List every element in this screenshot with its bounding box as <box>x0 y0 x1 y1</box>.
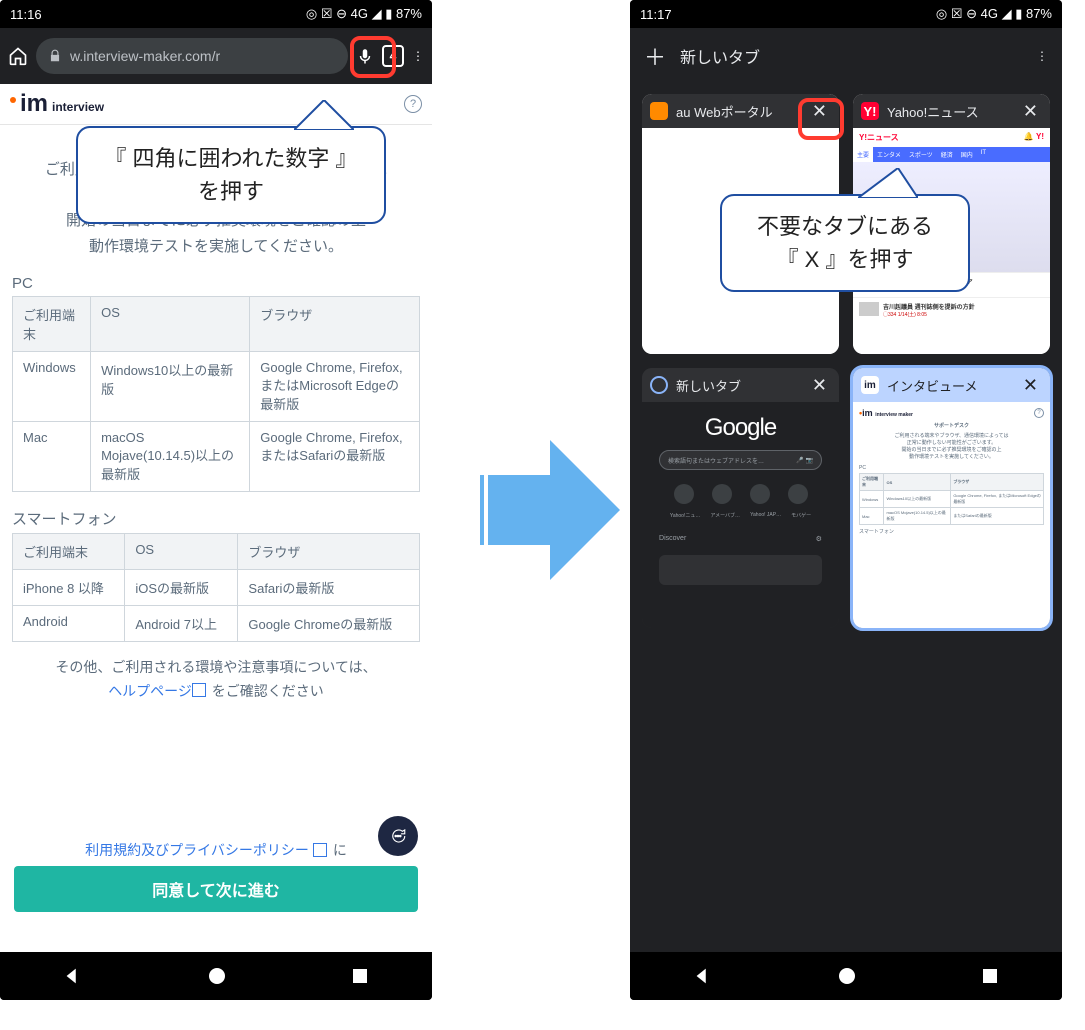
tab-title: au Webポータル <box>676 102 800 121</box>
tab-title: インタビューメ <box>887 376 1011 395</box>
callout-tab-count: 『 四角に囲われた数字 』 を押す <box>76 126 386 224</box>
shortcut-icon <box>712 484 732 504</box>
lock-icon <box>48 49 62 63</box>
home-icon[interactable] <box>8 46 28 66</box>
tab-preview: Google 検索語句またはウェブアドレスを… 🎤 📷 Yah <box>642 402 839 628</box>
android-nav-bar <box>630 952 1062 1000</box>
help-icon[interactable]: ? <box>404 95 422 113</box>
agree-continue-button[interactable]: 同意して次に進む <box>14 866 418 912</box>
kebab-menu-icon[interactable]: ⋮ <box>412 49 424 63</box>
url-bar[interactable]: w.interview-maker.com/r <box>36 38 348 74</box>
new-tab-button[interactable]: ＋ 新しいタブ <box>644 40 760 72</box>
tab-card-interview-maker[interactable]: im インタビューメ ✕ •im interview maker? サポートデス… <box>853 368 1050 628</box>
favicon-yahoo: Y! <box>861 102 879 120</box>
pc-table: ご利用端末OSブラウザ WindowsWindows10以上の最新版Google… <box>12 296 420 492</box>
status-time: 11:17 <box>640 7 672 22</box>
tab-switcher-header: ＋ 新しいタブ ⋮ <box>630 28 1062 84</box>
nav-home-icon[interactable] <box>837 966 857 986</box>
close-tab-button[interactable]: ✕ <box>1019 374 1042 396</box>
help-note: その他、ご利用される環境や注意事項については、 ヘルプページ をご確認ください <box>12 656 420 704</box>
pc-heading: PC <box>12 275 420 292</box>
annotation-highlight-close-x <box>798 98 844 140</box>
tab-card-google[interactable]: 新しいタブ ✕ Google 検索語句またはウェブアドレスを… 🎤 📷 <box>642 368 839 628</box>
gear-icon: ⚙ <box>816 535 822 543</box>
favicon-interview-maker: im <box>861 376 879 394</box>
shortcut-icon <box>750 484 770 504</box>
tab-preview: •im interview maker? サポートデスク ご利用される端末やブラ… <box>853 402 1050 628</box>
bell-icon: 🔔 Y! <box>1024 132 1044 143</box>
shortcut-icon <box>788 484 808 504</box>
favicon-au <box>650 102 668 120</box>
flow-arrow-icon <box>480 430 620 590</box>
footer-terms: 利用規約及びプライバシーポリシー に <box>0 840 432 860</box>
close-tab-button[interactable]: ✕ <box>1019 100 1042 122</box>
status-time: 11:16 <box>10 7 42 22</box>
page-header: im interview ? <box>0 84 432 125</box>
nav-home-icon[interactable] <box>207 966 227 986</box>
status-bar: 11:16 ◎ ☒ ⊖ 4G ◢ ▮ 87% <box>0 0 432 28</box>
external-link-icon <box>315 845 327 857</box>
interview-maker-logo: im interview <box>10 90 104 118</box>
annotation-highlight-tab-count <box>350 36 396 78</box>
status-bar: 11:17 ◎ ☒ ⊖ 4G ◢ ▮ 87% <box>630 0 1062 28</box>
nav-recent-icon[interactable] <box>350 966 370 986</box>
sp-heading: スマートフォン <box>12 508 420 529</box>
tab-title: 新しいタブ <box>676 376 800 395</box>
tab-title: Yahoo!ニュース <box>887 102 1011 121</box>
close-tab-button[interactable]: ✕ <box>808 374 831 396</box>
nav-back-icon[interactable] <box>692 965 714 987</box>
external-link-icon <box>194 685 206 697</box>
google-search-bar: 検索語句またはウェブアドレスを… 🎤 📷 <box>659 450 822 470</box>
google-logo: Google <box>705 414 776 442</box>
sp-table: ご利用端末OSブラウザ iPhone 8 以降iOSの最新版Safariの最新版… <box>12 533 420 642</box>
nav-recent-icon[interactable] <box>980 966 1000 986</box>
android-nav-bar <box>0 952 432 1000</box>
mic-icon: 🎤 📷 <box>796 457 813 464</box>
status-icons: ◎ ☒ ⊖ 4G ◢ ▮ 87% <box>936 6 1052 22</box>
plus-icon: ＋ <box>644 40 666 72</box>
kebab-menu-icon[interactable]: ⋮ <box>1036 49 1048 63</box>
shortcut-icon <box>674 484 694 504</box>
phone-right: 11:17 ◎ ☒ ⊖ 4G ◢ ▮ 87% ＋ 新しいタブ ⋮ au Webポ… <box>630 0 1062 1000</box>
nav-back-icon[interactable] <box>62 965 84 987</box>
terms-link[interactable]: 利用規約及びプライバシーポリシー <box>85 840 309 860</box>
callout-close-x: 不要なタブにある 『 X 』を押す <box>720 194 970 292</box>
url-text: w.interview-maker.com/r <box>70 48 220 64</box>
status-icons: ◎ ☒ ⊖ 4G ◢ ▮ 87% <box>306 6 422 22</box>
help-page-link[interactable]: ヘルプページ <box>108 683 192 699</box>
favicon-chrome <box>650 376 668 394</box>
